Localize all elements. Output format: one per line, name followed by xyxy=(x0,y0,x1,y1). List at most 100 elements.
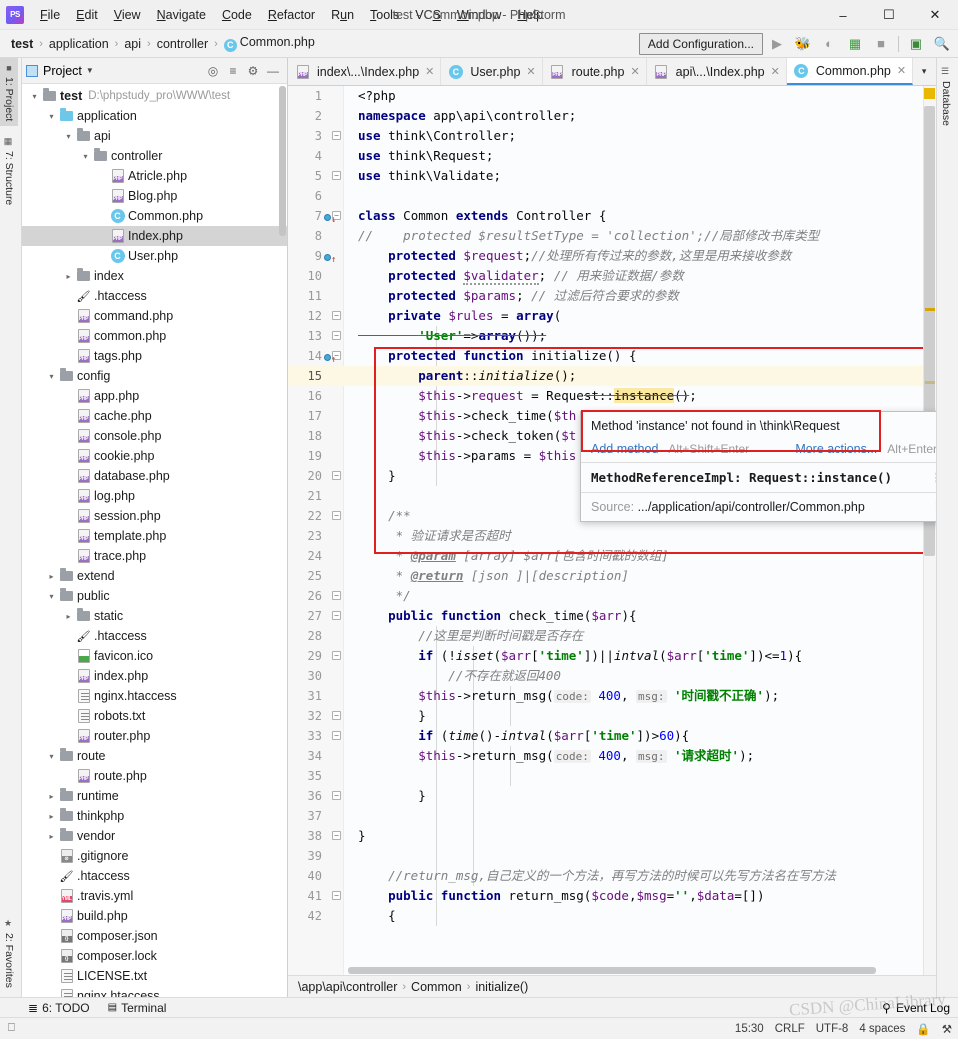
terminal-icon[interactable]: ▣ xyxy=(904,33,928,55)
tree-item-static[interactable]: ▸ static xyxy=(22,606,287,626)
tree-item-nginx-htaccess[interactable]: nginx.htaccess xyxy=(22,986,287,997)
editor-crumb-class[interactable]: Common xyxy=(411,980,462,994)
tree-item-trace-php[interactable]: PHP trace.php xyxy=(22,546,287,566)
collapse-all-icon[interactable]: ≡ xyxy=(223,64,243,78)
breadcrumb-item-controller[interactable]: controller xyxy=(154,36,211,52)
code-fold-toggle[interactable]: − xyxy=(332,311,341,320)
tree-item--gitignore[interactable]: ⊘ .gitignore xyxy=(22,846,287,866)
breadcrumb-item-test[interactable]: test xyxy=(8,36,36,52)
debug-icon[interactable]: 🐝 xyxy=(791,33,815,55)
tree-item--travis-yml[interactable]: YML .travis.yml xyxy=(22,886,287,906)
chevron-down-icon[interactable]: ▼ xyxy=(86,66,94,75)
sidebar-item-structure[interactable]: ▦ 7: Structure xyxy=(0,132,18,210)
code-fold-toggle[interactable]: − xyxy=(332,471,341,480)
menu-help[interactable]: Help xyxy=(509,4,551,26)
sidebar-item-favorites[interactable]: ★ 2: Favorites xyxy=(0,914,18,993)
tree-item-common-php[interactable]: PHP common.php xyxy=(22,326,287,346)
menu-edit[interactable]: Edit xyxy=(68,4,106,26)
tree-item-session-php[interactable]: PHP session.php xyxy=(22,506,287,526)
popup-menu-icon[interactable]: ⋮ xyxy=(931,472,936,483)
sidebar-item-database[interactable]: ☰ Database xyxy=(937,62,955,131)
minimize-button[interactable]: – xyxy=(820,0,866,30)
run-with-coverage-icon[interactable]: ◐ xyxy=(817,33,841,55)
code-line[interactable]: 28 //这里是判断时间戳是否存在 xyxy=(288,626,936,646)
tree-item-log-php[interactable]: PHP log.php xyxy=(22,486,287,506)
menu-window[interactable]: Window xyxy=(449,4,509,26)
tree-item-database-php[interactable]: PHP database.php xyxy=(22,466,287,486)
popup-menu-icon[interactable]: ⋮ xyxy=(931,502,936,513)
project-tree[interactable]: ▾ test D:\phpstudy_pro\WWW\test ▾ applicatio… xyxy=(22,84,287,997)
gutter-override-icon[interactable]: ↓ xyxy=(324,210,338,225)
code-line[interactable]: 1 <?php xyxy=(288,86,936,106)
stop-icon[interactable]: ■ xyxy=(869,33,893,55)
close-icon[interactable]: ✕ xyxy=(425,65,434,78)
error-stripe[interactable] xyxy=(923,86,936,975)
editor-tab-common-php[interactable]: C Common.php ✕ xyxy=(786,58,914,85)
menu-navigate[interactable]: Navigate xyxy=(149,4,214,26)
code-line[interactable]: 42 { xyxy=(288,906,936,926)
menu-file[interactable]: File xyxy=(32,4,68,26)
lock-icon[interactable]: 🔒 xyxy=(916,1022,930,1036)
tree-item-controller[interactable]: ▾ controller xyxy=(22,146,287,166)
code-line[interactable]: 27 − public function check_time($arr){ xyxy=(288,606,936,626)
close-button[interactable]: ✕ xyxy=(912,0,958,30)
code-line[interactable]: 15 parent::initialize(); xyxy=(288,366,936,386)
more-actions-link[interactable]: More actions... xyxy=(795,442,877,456)
chevron-down-icon[interactable]: ▾ xyxy=(45,752,58,761)
tree-item-application[interactable]: ▾ application xyxy=(22,106,287,126)
code-line[interactable]: 38 −} xyxy=(288,826,936,846)
code-line[interactable]: 24 * @param [array] $arr[包含时间戳的数组] xyxy=(288,546,936,566)
code-line[interactable]: 31 $this->return_msg(code: 400, msg: '时间… xyxy=(288,686,936,706)
locate-icon[interactable]: ◎ xyxy=(203,64,223,78)
chevron-right-icon[interactable]: ▸ xyxy=(45,832,58,841)
inspection-popup[interactable]: Method 'instance' not found in \think\Re… xyxy=(580,411,936,522)
chevron-down-icon[interactable]: ▾ xyxy=(62,132,75,141)
chevron-right-icon[interactable]: ▸ xyxy=(45,572,58,581)
tree-item--htaccess[interactable]: 🖌 .htaccess xyxy=(22,866,287,886)
menu-tools[interactable]: Tools xyxy=(362,4,407,26)
tree-item-atricle-php[interactable]: PHP Atricle.php xyxy=(22,166,287,186)
status-indent[interactable]: 4 spaces xyxy=(859,1023,905,1035)
hide-icon[interactable]: — xyxy=(263,64,283,78)
code-line[interactable]: 30 //不存在就返回400 xyxy=(288,666,936,686)
menu-vcs[interactable]: VCS xyxy=(407,4,449,26)
tree-item-route-php[interactable]: PHP route.php xyxy=(22,766,287,786)
tree-item-template-php[interactable]: PHP template.php xyxy=(22,526,287,546)
code-line[interactable]: 41 − public function return_msg($code,$ms… xyxy=(288,886,936,906)
editor-tab-api-----index-php[interactable]: PHP api\...\Index.php ✕ xyxy=(647,58,787,85)
status-line-separator[interactable]: CRLF xyxy=(775,1023,805,1035)
chevron-down-icon[interactable]: ▾ xyxy=(28,92,41,101)
tree-item-public[interactable]: ▾ public xyxy=(22,586,287,606)
code-line[interactable]: 29 − if (!isset($arr['time'])||intval($ar… xyxy=(288,646,936,666)
stripe-marker-warning[interactable] xyxy=(925,308,935,311)
menu-code[interactable]: Code xyxy=(214,4,260,26)
tree-item-extend[interactable]: ▸ extend xyxy=(22,566,287,586)
code-line[interactable]: 10 protected $validater; // 用来验证数据/参数 xyxy=(288,266,936,286)
inspection-icon[interactable]: ⚒ xyxy=(942,1022,952,1036)
tree-item-api[interactable]: ▾ api xyxy=(22,126,287,146)
code-line[interactable]: 40 //return_msg,自己定义的一个方法，再写方法的时候可以先写方法名… xyxy=(288,866,936,886)
tree-item-runtime[interactable]: ▸ runtime xyxy=(22,786,287,806)
run-icon[interactable]: ▶ xyxy=(765,33,789,55)
tree-item-console-php[interactable]: PHP console.php xyxy=(22,426,287,446)
tree-item-cookie-php[interactable]: PHP cookie.php xyxy=(22,446,287,466)
chevron-right-icon[interactable]: ▸ xyxy=(62,612,75,621)
code-fold-toggle[interactable]: − xyxy=(332,891,341,900)
chevron-down-icon[interactable]: ▾ xyxy=(45,112,58,121)
code-line[interactable]: 36 − } xyxy=(288,786,936,806)
tree-item-cache-php[interactable]: PHP cache.php xyxy=(22,406,287,426)
editor-tab-user-php[interactable]: C User.php ✕ xyxy=(441,58,543,85)
close-icon[interactable]: ✕ xyxy=(897,64,906,77)
gutter-override-icon[interactable]: ↑ xyxy=(324,250,338,265)
code-line[interactable]: 26 − */ xyxy=(288,586,936,606)
breadcrumb-item-application[interactable]: application xyxy=(46,36,112,52)
chevron-down-icon[interactable]: ▾ xyxy=(45,372,58,381)
tree-item-thinkphp[interactable]: ▸ thinkphp xyxy=(22,806,287,826)
code-line[interactable]: 12 − private $rules = array( xyxy=(288,306,936,326)
line-separator-icon[interactable]: ⎕ xyxy=(8,1022,15,1035)
code-fold-toggle[interactable]: − xyxy=(332,831,341,840)
tree-item--htaccess[interactable]: 🖌 .htaccess xyxy=(22,626,287,646)
code-line[interactable]: 2 namespace app\api\controller; xyxy=(288,106,936,126)
profile-icon[interactable]: ▦ xyxy=(843,33,867,55)
add-configuration-button[interactable]: Add Configuration... xyxy=(638,32,763,55)
